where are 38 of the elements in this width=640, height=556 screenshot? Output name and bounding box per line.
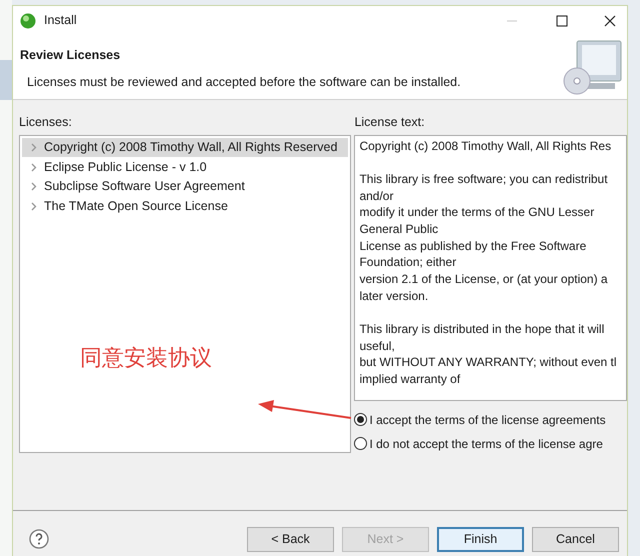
chevron-icon — [31, 182, 37, 191]
annotation-text: 同意安装协议 — [80, 344, 212, 372]
license-text-line: and/or — [359, 188, 394, 204]
chevron-icon — [31, 143, 37, 152]
chevron-icon — [31, 202, 37, 210]
license-text-line: useful, — [359, 338, 396, 354]
license-text-line: Foundation; either — [359, 254, 458, 272]
dialog-button[interactable]: Finish — [437, 526, 524, 552]
chevron-icon — [31, 162, 37, 172]
maximize-icon[interactable] — [556, 14, 568, 26]
license-text-label: License text: — [354, 114, 426, 131]
license-text-line: This library is free software; you can redistribut — [359, 170, 609, 188]
window-title: Install — [44, 12, 77, 30]
licenses-label: Licenses: — [19, 114, 73, 131]
license-text-line: Copyright (c) 2008 Timothy Wall, All Rights Res — [359, 138, 612, 154]
page-title: Review Licenses — [20, 47, 122, 64]
app-icon — [20, 12, 36, 28]
license-text-line: General Public — [359, 221, 440, 238]
license-text-line: but WITHOUT ANY WARRANTY; without even tl — [359, 354, 618, 372]
radio-option[interactable]: I accept the terms of the license agreements — [354, 410, 627, 429]
license-text-line: This library is distributed in the hope that it will — [359, 321, 606, 338]
license-text-line: implied warranty of — [359, 371, 462, 388]
radio-button[interactable] — [354, 413, 368, 426]
help-icon[interactable] — [29, 529, 49, 550]
page-description: Licenses must be reviewed and accepted before the software can be installed. — [26, 74, 461, 91]
radio-button[interactable] — [354, 437, 368, 450]
license-text-line: later version. — [359, 288, 430, 305]
tree-item[interactable]: The TMate Open Source License — [22, 196, 348, 216]
dialog-button[interactable]: Cancel — [532, 526, 619, 552]
license-text-line: version 2.1 of the License, or (at your option) a — [359, 271, 609, 288]
license-text-line: License as published by the Free Software — [359, 238, 588, 254]
radio-option[interactable]: I do not accept the terms of the license agre — [354, 434, 627, 453]
dialog-button[interactable]: < Back — [247, 526, 334, 552]
tree-item[interactable]: Copyright (c) 2008 Timothy Wall, All Rights Reserved — [22, 138, 348, 158]
tree-item[interactable]: Subclipse Software User Agreement — [22, 176, 348, 196]
tree-item[interactable]: Eclipse Public License - v 1.0 — [22, 157, 348, 177]
close-icon[interactable] — [604, 14, 616, 26]
license-text-line: modify it under the terms of the GNU Lesser — [359, 204, 596, 222]
